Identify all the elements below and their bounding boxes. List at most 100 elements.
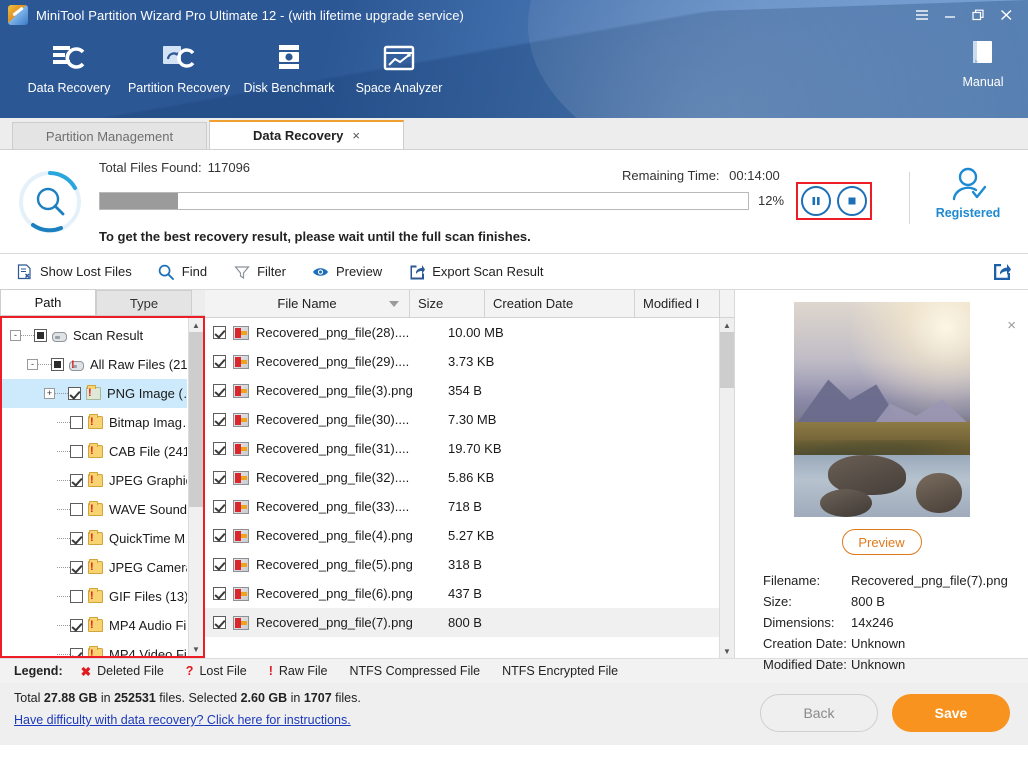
tree-node[interactable]: QuickTime M…: [2, 524, 187, 553]
file-rows[interactable]: Recovered_png_file(28).... 10.00 MB Recove…: [205, 318, 734, 637]
row-checkbox[interactable]: [213, 500, 226, 513]
column-header[interactable]: Modified I: [635, 289, 720, 318]
nav-item-data-recovery[interactable]: Data Recovery: [14, 40, 124, 95]
row-checkbox[interactable]: [213, 384, 226, 397]
tree-node[interactable]: GIF Files (13): [2, 582, 187, 611]
tree-node[interactable]: MP4 Audio Fil…: [2, 611, 187, 640]
preview-panel: × Preview Filename: Recovered_png_file(7)…: [735, 290, 1028, 672]
table-row[interactable]: Recovered_png_file(28).... 10.00 MB: [205, 318, 734, 347]
filter-button[interactable]: Filter: [233, 263, 286, 280]
tree-node-checkbox[interactable]: [70, 590, 83, 603]
share-export-icon[interactable]: [992, 262, 1012, 282]
scan-note: To get the best recovery result, please …: [99, 228, 531, 244]
preview-button[interactable]: Preview: [312, 263, 382, 280]
manual-button[interactable]: Manual: [944, 38, 1022, 89]
column-header[interactable]: File Name: [205, 289, 410, 318]
tree-node[interactable]: - Scan Result: [2, 321, 187, 350]
tab-close-icon[interactable]: ×: [352, 128, 360, 143]
preview-meta-value: 800 B: [851, 594, 885, 609]
nav-item-partition-recovery[interactable]: Partition Recovery: [124, 40, 234, 95]
folder-raw-icon: [88, 588, 103, 603]
tree-node-checkbox[interactable]: [70, 503, 83, 516]
tab-type[interactable]: Type: [96, 290, 192, 315]
remaining-time-label: Remaining Time:: [622, 168, 720, 183]
table-row[interactable]: Recovered_png_file(5).png 318 B: [205, 550, 734, 579]
collapse-icon[interactable]: -: [27, 359, 38, 370]
row-checkbox[interactable]: [213, 326, 226, 339]
scroll-up-icon[interactable]: ▲: [720, 318, 734, 332]
tree-node[interactable]: JPEG Camera…: [2, 553, 187, 582]
scroll-down-icon[interactable]: ▼: [720, 644, 734, 658]
table-row[interactable]: Recovered_png_file(29).... 3.73 KB: [205, 347, 734, 376]
back-button[interactable]: Back: [760, 694, 878, 732]
row-checkbox[interactable]: [213, 587, 226, 600]
pause-button-icon[interactable]: [801, 185, 831, 216]
stop-button-icon[interactable]: [837, 185, 867, 216]
table-row[interactable]: Recovered_png_file(3).png 354 B: [205, 376, 734, 405]
png-file-icon: [233, 528, 249, 543]
expand-icon[interactable]: +: [44, 388, 55, 399]
row-checkbox[interactable]: [213, 355, 226, 368]
tree-view[interactable]: - Scan Result - All Raw Files (21… + PNG Imag…: [2, 318, 187, 656]
show-lost-files-button[interactable]: Show Lost Files: [16, 263, 132, 280]
tree-node-checkbox[interactable]: [70, 648, 83, 656]
row-checkbox[interactable]: [213, 442, 226, 455]
row-checkbox[interactable]: [213, 558, 226, 571]
scroll-up-icon[interactable]: ▲: [189, 318, 203, 332]
collapse-icon[interactable]: -: [10, 330, 21, 341]
tree-node-checkbox[interactable]: [70, 619, 83, 632]
registered-status[interactable]: Registered: [922, 166, 1014, 220]
scroll-thumb[interactable]: [720, 332, 734, 388]
nav-item-space-analyzer[interactable]: Space Analyzer: [344, 40, 454, 95]
tree-node-checkbox[interactable]: [51, 358, 64, 371]
tree-node-checkbox[interactable]: [70, 416, 83, 429]
row-checkbox[interactable]: [213, 471, 226, 484]
restore-icon[interactable]: [964, 4, 992, 26]
export-scan-result-button[interactable]: Export Scan Result: [408, 263, 543, 280]
hamburger-icon[interactable]: [908, 4, 936, 26]
tree-node[interactable]: MP4 Video Fil…: [2, 640, 187, 656]
tab-data-recovery[interactable]: Data Recovery ×: [209, 120, 404, 149]
tree-node[interactable]: JPEG Graphic…: [2, 466, 187, 495]
row-checkbox[interactable]: [213, 529, 226, 542]
tab-partition-management[interactable]: Partition Management: [12, 122, 207, 149]
title-bar: MiniTool Partition Wizard Pro Ultimate 1…: [0, 0, 1028, 30]
preview-close-icon[interactable]: ×: [1007, 317, 1016, 334]
table-row[interactable]: Recovered_png_file(32).... 5.86 KB: [205, 463, 734, 492]
row-checkbox[interactable]: [213, 616, 226, 629]
column-header[interactable]: Size: [410, 289, 485, 318]
table-row[interactable]: Recovered_png_file(33).... 718 B: [205, 492, 734, 521]
tree-node-checkbox[interactable]: [70, 445, 83, 458]
tree-node[interactable]: - All Raw Files (21…: [2, 350, 187, 379]
tree-highlight-box: - Scan Result - All Raw Files (21… + PNG Imag…: [0, 316, 205, 658]
tree-node-checkbox[interactable]: [70, 474, 83, 487]
sort-descending-icon[interactable]: [389, 300, 399, 307]
table-row[interactable]: Recovered_png_file(30).... 7.30 MB: [205, 405, 734, 434]
scroll-thumb[interactable]: [189, 332, 203, 507]
tree-node[interactable]: CAB File (241): [2, 437, 187, 466]
tree-node-checkbox[interactable]: [70, 532, 83, 545]
table-row[interactable]: Recovered_png_file(7).png 800 B: [205, 608, 734, 637]
toolbar-label: Preview: [335, 264, 383, 279]
preview-open-button[interactable]: Preview: [841, 529, 922, 555]
tree-node[interactable]: Bitmap Imag…: [2, 408, 187, 437]
tree-node[interactable]: WAVE Sound…: [2, 495, 187, 524]
save-button[interactable]: Save: [892, 694, 1010, 732]
nav-item-disk-benchmark[interactable]: Disk Benchmark: [234, 40, 344, 95]
tree-node[interactable]: + PNG Image (…: [2, 379, 187, 408]
find-button[interactable]: Find: [158, 263, 207, 280]
file-list-scrollbar[interactable]: ▲ ▼: [719, 318, 734, 658]
column-header[interactable]: Creation Date: [485, 289, 635, 318]
tree-node-checkbox[interactable]: [68, 387, 81, 400]
tree-node-checkbox[interactable]: [34, 329, 47, 342]
table-row[interactable]: Recovered_png_file(4).png 5.27 KB: [205, 521, 734, 550]
table-row[interactable]: Recovered_png_file(31).... 19.70 KB: [205, 434, 734, 463]
tree-scrollbar[interactable]: ▲ ▼: [188, 318, 203, 656]
tab-path[interactable]: Path: [0, 289, 96, 315]
table-row[interactable]: Recovered_png_file(6).png 437 B: [205, 579, 734, 608]
scroll-down-icon[interactable]: ▼: [189, 642, 203, 656]
close-icon[interactable]: [992, 4, 1020, 26]
minimize-icon[interactable]: [936, 4, 964, 26]
tree-node-checkbox[interactable]: [70, 561, 83, 574]
row-checkbox[interactable]: [213, 413, 226, 426]
